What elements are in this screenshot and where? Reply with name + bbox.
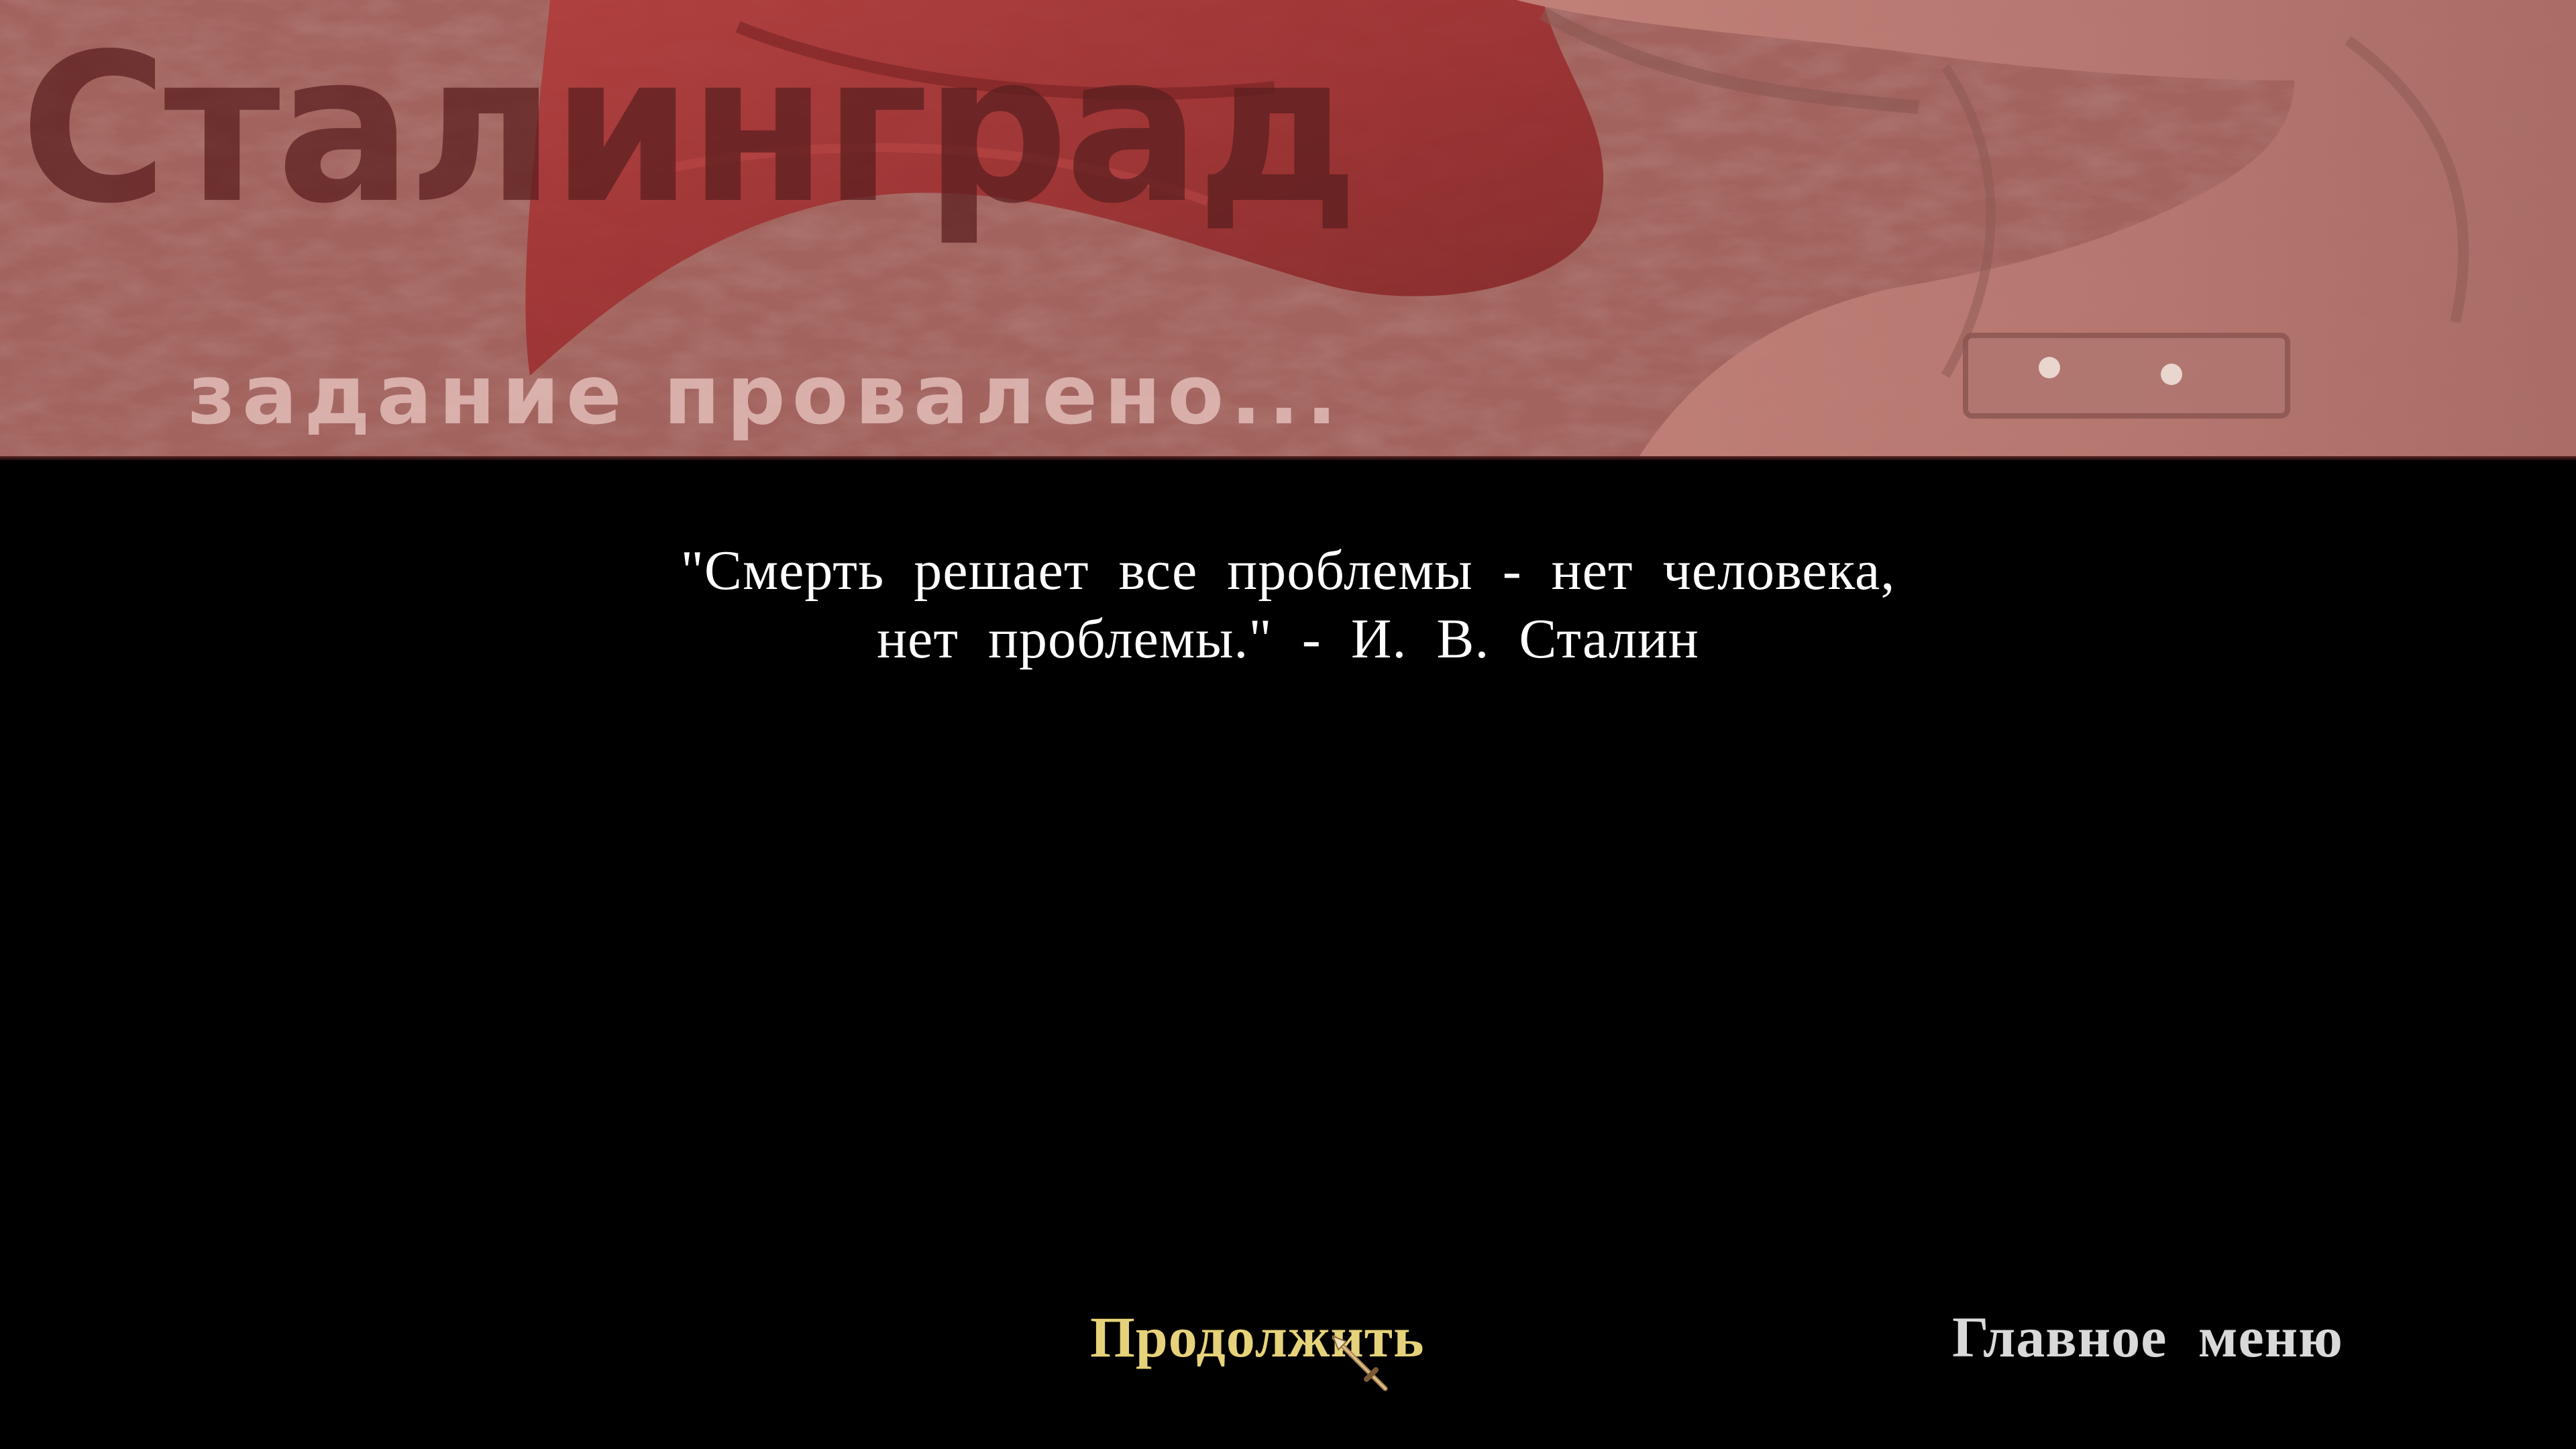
quote-block: "Смерть решает все проблемы - нет челове… [0, 537, 2576, 674]
mission-failed-subtitle: задание провалено... [188, 347, 1344, 443]
main-menu-button[interactable]: Главное меню [1952, 1308, 2343, 1366]
banner-bottom-edge [0, 456, 2576, 460]
coat-button-icon [2039, 357, 2060, 378]
quote-line-2: нет проблемы." - И. В. Сталин [877, 608, 1699, 670]
coat-button-icon [2161, 364, 2182, 385]
sword-cursor-icon [1332, 1335, 1388, 1391]
mission-failed-screen: Сталинград задание провалено... "Смерть … [0, 0, 2576, 1449]
mission-failed-banner: Сталинград задание провалено... [0, 0, 2576, 460]
quote-line-1: "Смерть решает все проблемы - нет челове… [680, 539, 1896, 602]
banner-title: Сталинград [20, 9, 1359, 249]
